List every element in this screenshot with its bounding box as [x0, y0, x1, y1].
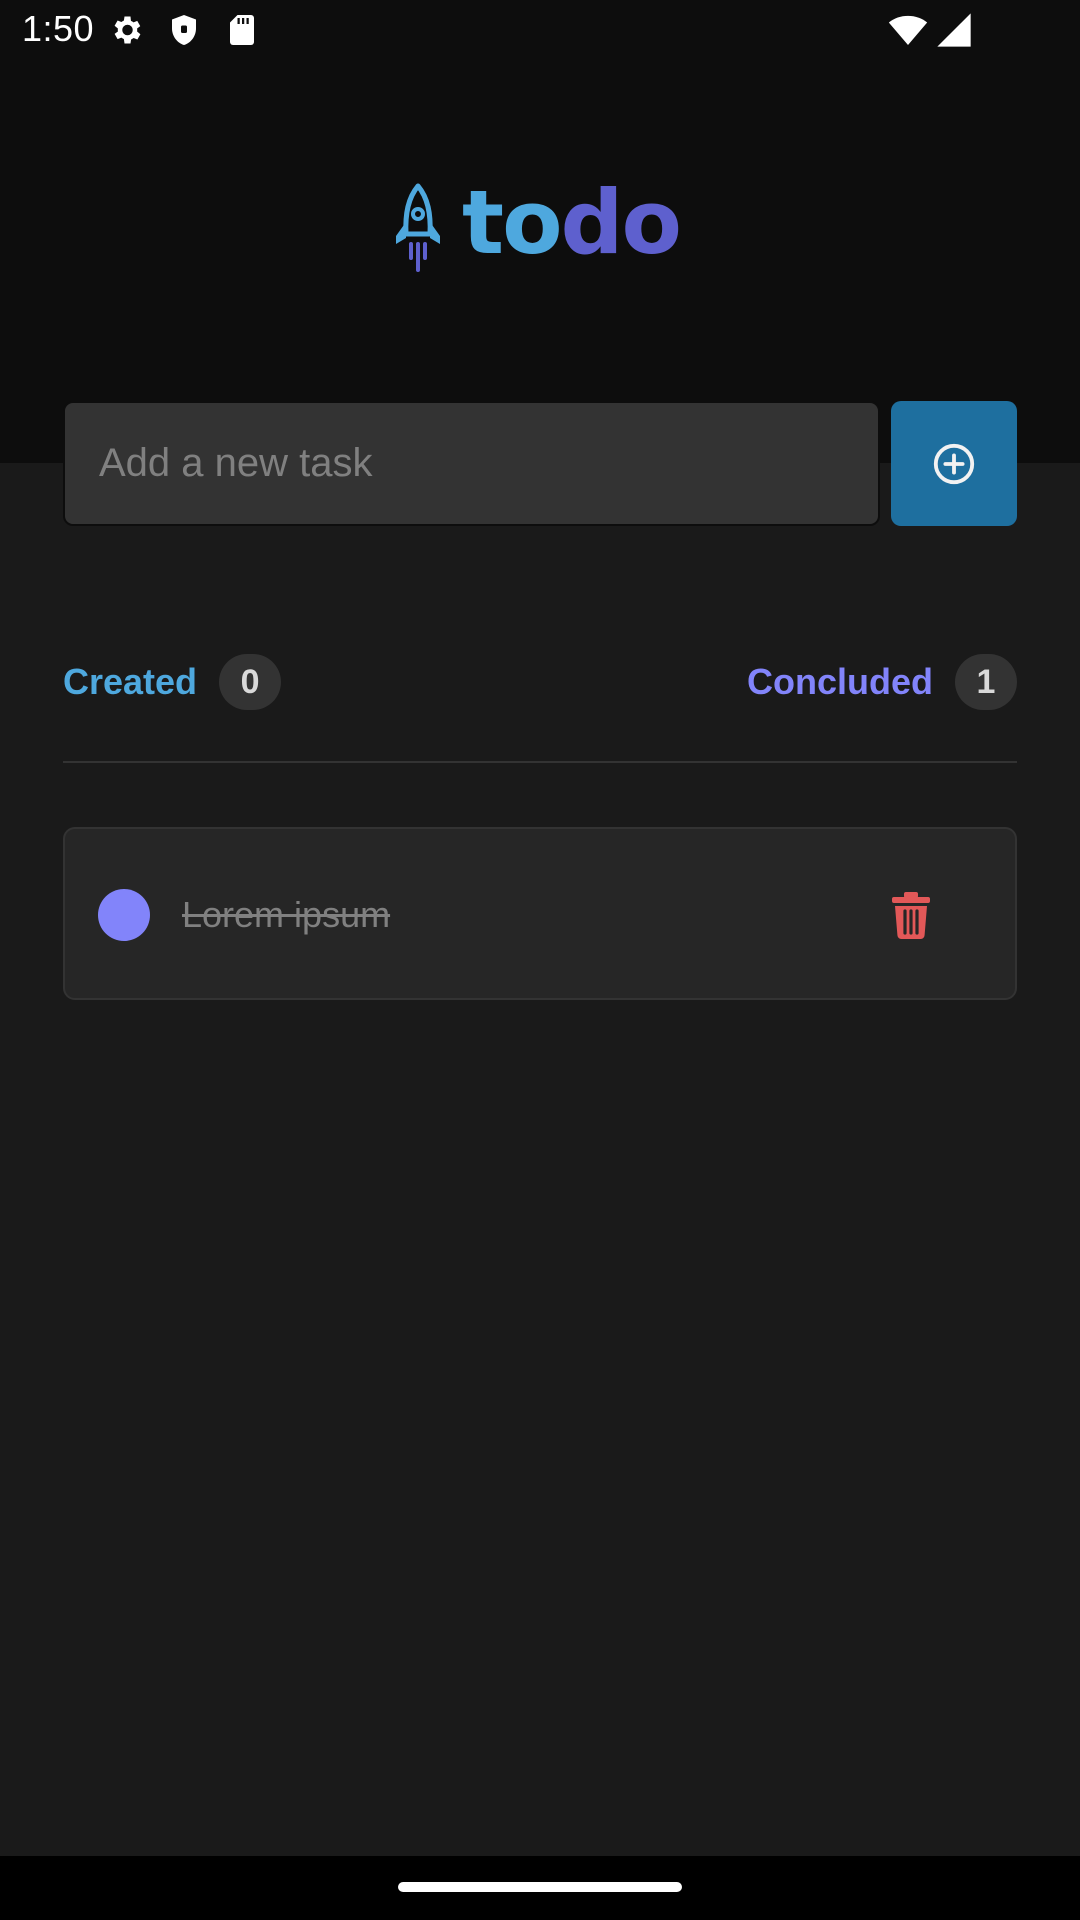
plus-circle-icon — [931, 441, 977, 487]
created-count-badge: 0 — [219, 654, 282, 710]
logo-text: todo — [462, 179, 682, 267]
concluded-label: Concluded — [747, 661, 933, 702]
sd-card-icon — [224, 12, 260, 48]
shield-icon — [166, 12, 202, 48]
home-handle[interactable] — [398, 1882, 682, 1892]
settings-icon — [108, 12, 144, 48]
app-logo: todo — [388, 178, 682, 278]
concluded-count-badge: 1 — [955, 654, 1017, 710]
logo-text-do: do — [560, 171, 682, 274]
logo-text-to: to — [462, 171, 563, 274]
navigation-bar — [0, 1856, 1080, 1920]
new-task-input[interactable] — [63, 401, 880, 526]
task-text: Lorem ipsum — [182, 894, 391, 935]
rocket-icon — [388, 182, 448, 274]
concluded-counter: Concluded 1 — [747, 654, 1017, 710]
trash-icon[interactable] — [885, 889, 937, 941]
checked-circle-icon[interactable] — [98, 889, 150, 941]
signal-icon — [934, 10, 974, 50]
status-time: 1:50 — [22, 8, 95, 49]
task-item: Lorem ipsum — [63, 827, 1017, 1000]
wifi-icon — [888, 10, 928, 50]
add-task-button[interactable] — [891, 401, 1017, 526]
created-label: Created — [63, 661, 198, 702]
status-bar: 1:50 — [0, 0, 1080, 62]
divider — [63, 761, 1017, 763]
created-counter: Created 0 — [63, 654, 282, 710]
app-screen: 1:50 todo Add a new task Created 0 Concl… — [0, 0, 1080, 1920]
